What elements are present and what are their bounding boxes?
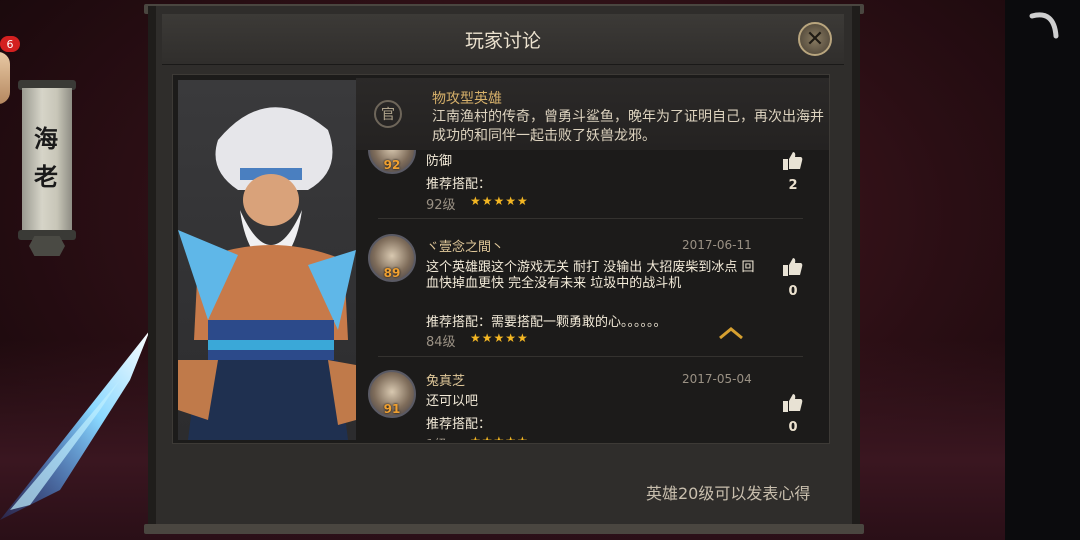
player-avatar-edge[interactable] <box>0 52 10 104</box>
hero-portrait <box>178 80 356 440</box>
notification-badge: 6 <box>0 36 20 52</box>
like-count: 0 <box>788 420 798 435</box>
avatar-level: 91 <box>383 402 401 416</box>
hero-type: 物攻型英雄 <box>432 91 502 107</box>
background-side <box>1005 0 1080 540</box>
official-icon: 官 <box>374 100 402 128</box>
comment-list[interactable]: 92 防御 推荐搭配： 92级 ★★★★★ 2 89 ヾ壹念之間丶 2017-0… <box>356 150 829 440</box>
list-item: 91 兔真芝 2017-05-04 还可以吧 推荐搭配： 1级 ★★★★★ 0 <box>368 358 803 440</box>
panel-header: 玩家讨论 <box>162 14 844 65</box>
thumbs-up-icon <box>783 258 803 276</box>
comment-text: 还可以吧 <box>426 394 479 409</box>
comment-text: 防御 <box>426 154 453 169</box>
dialog-title: 玩家讨论 <box>464 30 541 52</box>
chevron-up-icon[interactable] <box>718 326 744 340</box>
user-level: 84级 <box>426 335 456 350</box>
star-rating: ★★★★★ <box>470 434 529 440</box>
recommend-text: 推荐搭配： <box>426 177 492 192</box>
user-level: 1级 <box>426 434 447 440</box>
star-rating: ★★★★★ <box>470 194 529 208</box>
hero-illustration <box>178 107 356 440</box>
hero-name-scroll: 海老 <box>18 80 76 256</box>
like-count: 0 <box>788 284 798 299</box>
panel-rod-bottom <box>144 524 864 534</box>
close-button[interactable]: ✕ <box>798 22 832 56</box>
avatar[interactable]: 89 <box>368 234 416 282</box>
avatar[interactable]: 91 <box>368 370 416 418</box>
comment-text: 这个英雄跟这个游戏无关 耐打 没输出 大招废柴到冰点 回血快掉血更快 完全没有未… <box>426 260 755 291</box>
username: 兔真芝 <box>426 374 466 389</box>
username: ヾ壹念之間丶 <box>426 240 505 255</box>
hero-name: 海老 <box>34 125 60 191</box>
post-requirement-note: 英雄20级可以发表心得 <box>646 484 811 503</box>
star-rating: ★★★★★ <box>470 331 529 345</box>
hero-intro: 官 物攻型英雄 江南渔村的传奇，曾勇斗鲨鱼，晚年为了证明自己，再次出海并成功的和… <box>356 78 829 150</box>
close-icon: ✕ <box>805 26 825 52</box>
like-count: 2 <box>788 178 798 193</box>
user-level: 92级 <box>426 198 456 213</box>
list-item: 89 ヾ壹念之間丶 2017-06-11 这个英雄跟这个游戏无关 耐打 没输出 … <box>368 222 803 357</box>
recommend-text: 推荐搭配：需要搭配一颗勇敢的心。。。。。。 <box>426 315 667 330</box>
comment-date: 2017-06-11 <box>682 238 752 252</box>
comment-date: 2017-05-04 <box>682 372 752 386</box>
recommend-text: 推荐搭配： <box>426 417 492 432</box>
crystal-spear-decoration <box>0 330 150 520</box>
like-button[interactable]: 0 <box>778 394 808 435</box>
avatar-level: 89 <box>383 266 401 280</box>
thumbs-up-icon <box>783 152 803 170</box>
content-area: 官 物攻型英雄 江南渔村的传奇，曾勇斗鲨鱼，晚年为了证明自己，再次出海并成功的和… <box>172 74 830 444</box>
avatar[interactable]: 92 <box>368 150 416 174</box>
hero-description: 江南渔村的传奇，曾勇斗鲨鱼，晚年为了证明自己，再次出海并成功的和同伴一起击败了妖… <box>432 109 824 144</box>
like-button[interactable]: 0 <box>778 258 808 299</box>
avatar-level: 92 <box>383 158 401 172</box>
like-button[interactable]: 2 <box>778 152 808 193</box>
thumbs-up-icon <box>783 394 803 412</box>
curved-arrow-icon[interactable] <box>1028 8 1062 42</box>
list-item: 92 防御 推荐搭配： 92级 ★★★★★ 2 <box>368 150 803 219</box>
scroll-tab <box>29 236 65 256</box>
